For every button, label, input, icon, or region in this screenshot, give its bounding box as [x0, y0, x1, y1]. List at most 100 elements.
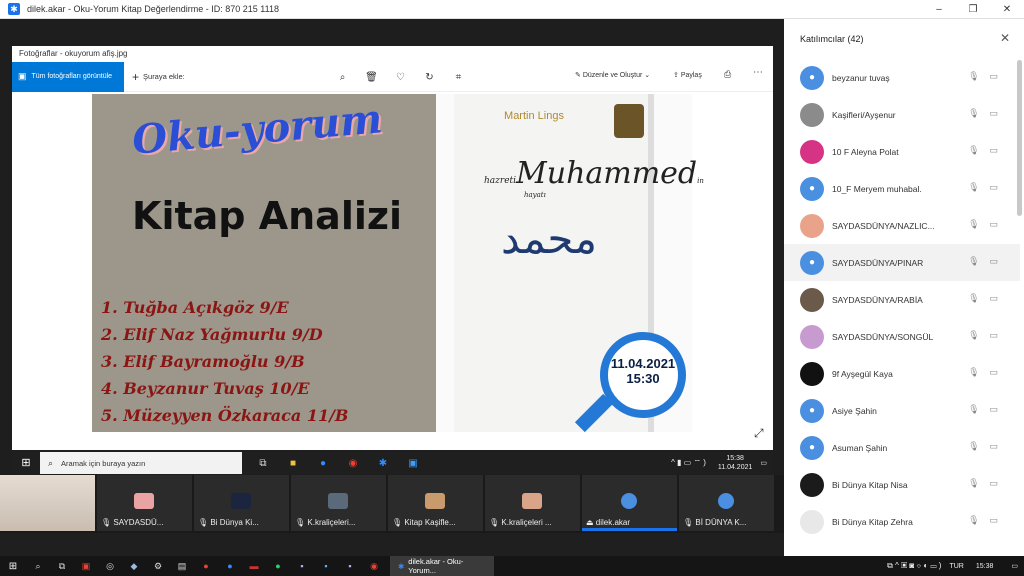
video-tile[interactable]: 🎙 SAYDASDÜ...	[97, 475, 192, 531]
participant-row[interactable]: SAYDASDÜNYA/SONGÜL 🎙▭	[784, 318, 1020, 355]
shared-screen: Fotoğraflar - okuyorum afiş.jpg ▣ Tüm fo…	[12, 46, 773, 450]
search-placeholder: Aramak için buraya yazın	[61, 458, 146, 468]
video-tile-host[interactable]: ⏏ dilek.akar	[582, 475, 677, 531]
participant-row[interactable]: Bi Dünya Kitap Nisa 🎙▭	[784, 466, 1020, 503]
steam-icon[interactable]: ⚙	[146, 561, 170, 572]
participant-row[interactable]: SAYDASDÜNYA/NAZLIC... 🎙▭	[784, 207, 1020, 244]
participant-name: Kaşifleri/Ayşenur	[832, 109, 896, 120]
search-icon: ⌕	[48, 457, 54, 468]
avatar	[800, 287, 824, 312]
participant-row[interactable]: 9f Ayşegül Kaya 🎙▭	[784, 355, 1020, 392]
task-view-icon[interactable]: ⧉	[50, 561, 74, 572]
video-thumbnail-strip: 🎙 SAYDASDÜ... 🎙 Bi Dünya Ki... 🎙 K.krali…	[0, 475, 784, 533]
minimize-button[interactable]: –	[922, 0, 956, 19]
participant-row[interactable]: 10 F Aleyna Polat 🎙▭	[784, 133, 1020, 170]
zoom-icon[interactable]: ⌕	[328, 72, 357, 83]
video-tile[interactable]: 🎙 Bİ DÜNYA K...	[679, 475, 774, 531]
whatsapp-icon[interactable]: ●	[266, 561, 290, 571]
language-indicator[interactable]: TUR	[949, 563, 963, 570]
share-icon: ⇪	[673, 72, 681, 79]
more-icon[interactable]: ⋯	[753, 67, 763, 78]
mic-video-muted-icon: 🎙▭	[968, 478, 1008, 488]
avatar	[134, 493, 154, 509]
mic-video-muted-icon: 🎙▭	[968, 182, 1008, 192]
search-icon[interactable]: ⌕	[26, 561, 50, 572]
mic-video-muted-icon: 🎙▭	[968, 71, 1008, 81]
maximize-button[interactable]: ❐	[956, 0, 990, 19]
rotate-icon[interactable]: ↻	[415, 72, 444, 83]
edit-create-button[interactable]: ✎ Düzenle ve Oluştur ⌄	[575, 71, 650, 79]
window-titlebar: ✱ dilek.akar - Oku-Yorum Kitap Değerlend…	[0, 0, 1024, 19]
task-view-icon: ⧉	[259, 457, 267, 469]
app-icon[interactable]: ◆	[122, 561, 146, 572]
app-icon[interactable]: ◎	[98, 561, 122, 572]
poster-headline: Oku-yorum	[130, 95, 385, 164]
avatar	[800, 361, 824, 386]
video-tile[interactable]: 🎙 K.kraliçeleri...	[291, 475, 386, 531]
participant-row[interactable]: ● Asuman Şahin 🎙▭	[784, 429, 1020, 466]
notification-icon: ▭	[760, 460, 767, 467]
participant-name: Asiye Şahin	[832, 405, 877, 416]
add-to-button[interactable]: + Şuraya ekle:	[132, 70, 185, 84]
system-clock[interactable]: 15:38	[976, 563, 994, 570]
shared-date: 11.04.2021	[717, 464, 753, 471]
video-tile-label: 🎙 Bİ DÜNYA K...	[683, 518, 747, 527]
app-icon[interactable]: ●	[194, 561, 218, 571]
delete-icon[interactable]: 🗑	[357, 72, 386, 83]
app-icon[interactable]: ▪	[338, 561, 362, 571]
presenter-item: 5. Müzeyyen Özkaraca 11/B	[101, 406, 349, 425]
app-icon[interactable]: ▣	[74, 561, 98, 572]
app-icon[interactable]: ▤	[170, 561, 194, 572]
windows-start-icon: ⊞	[21, 457, 31, 469]
avatar: ●	[800, 435, 824, 460]
book-title-main: Muhammed	[516, 156, 698, 191]
video-tile[interactable]: 🎙 Kitap Kaşifle...	[388, 475, 483, 531]
favorite-icon[interactable]: ♡	[386, 72, 415, 83]
tray-icons: ^ ▮ ▭ ⌔ )	[671, 458, 706, 467]
photoshop-icon[interactable]: ▪	[314, 561, 338, 571]
all-photos-label: Tüm fotoğrafları görüntüle	[31, 73, 113, 80]
participant-name: SAYDASDÜNYA/RABİA	[832, 294, 923, 305]
app-icon[interactable]: ▬	[242, 561, 266, 571]
participant-name: SAYDASDÜNYA/PINAR	[832, 257, 924, 268]
participant-name: Bi Dünya Kitap Zehra	[832, 516, 913, 527]
edit-icon: ✎	[575, 72, 583, 79]
avatar: ●	[800, 250, 824, 275]
premiere-icon[interactable]: ▪	[290, 561, 314, 571]
windows-taskbar: ⊞ ⌕ ⧉ ▣ ◎ ◆ ⚙ ▤ ● ● ▬ ● ▪ ▪ ▪ ◉ ✱ dilek.…	[0, 556, 1024, 576]
avatar	[231, 493, 251, 509]
presenter-item: 1. Tuğba Açıkgöz 9/E	[101, 298, 289, 317]
participant-row[interactable]: ● Asiye Şahin 🎙▭	[784, 392, 1020, 429]
presenter-item: 3. Elif Bayramoğlu 9/B	[101, 352, 305, 371]
video-tile[interactable]: 🎙 K.kraliçeleri ...	[485, 475, 580, 531]
plus-icon: +	[132, 69, 140, 84]
participant-row[interactable]: Bi Dünya Kitap Zehra 🎙▭	[784, 503, 1020, 540]
shared-system-tray: ^ ▮ ▭ ⌔ ) 15:38 11.04.2021 ▭	[671, 452, 773, 474]
notification-icon[interactable]: ▭	[1011, 562, 1018, 570]
participant-row[interactable]: Kaşifleri/Ayşenur 🎙▭	[784, 96, 1020, 133]
video-tile-name: dilek.akar	[595, 518, 631, 527]
avatar	[522, 493, 542, 509]
taskbar-running-zoom[interactable]: ✱ dilek.akar - Oku-Yorum...	[390, 556, 494, 576]
chrome-icon: ◉	[348, 457, 358, 469]
video-tile[interactable]: 🎙 Bi Dünya Ki...	[194, 475, 289, 531]
zoom-icon[interactable]: ●	[218, 561, 242, 571]
windows-start-icon[interactable]: ⊞	[0, 561, 26, 572]
close-button[interactable]: ✕	[990, 0, 1024, 19]
crop-icon[interactable]: ⌗	[444, 72, 473, 83]
participant-row[interactable]: SAYDASDÜNYA/RABİA 🎙▭	[784, 281, 1020, 318]
person-icon	[621, 493, 637, 509]
video-tile-label: 🎙 Kitap Kaşifle...	[392, 518, 456, 527]
avatar	[800, 102, 824, 127]
participant-row[interactable]: ● 10_F Meryem muhabal. 🎙▭	[784, 170, 1020, 207]
participant-row[interactable]: ● beyzanur tuvaş 🎙▭	[784, 59, 1020, 96]
participant-row[interactable]: ● SAYDASDÜNYA/PINAR 🎙▭	[784, 244, 1020, 281]
close-icon[interactable]: ✕	[1000, 31, 1010, 45]
self-video-tile[interactable]	[0, 475, 95, 531]
share-button[interactable]: ⇪ Paylaş	[673, 71, 702, 79]
all-photos-button[interactable]: ▣ Tüm fotoğrafları görüntüle	[12, 61, 124, 92]
expand-icon[interactable]: ⤢	[754, 426, 764, 441]
chrome-icon[interactable]: ◉	[362, 561, 386, 572]
print-icon[interactable]: ⎙	[724, 69, 731, 80]
participants-scrollbar[interactable]	[1017, 60, 1022, 216]
